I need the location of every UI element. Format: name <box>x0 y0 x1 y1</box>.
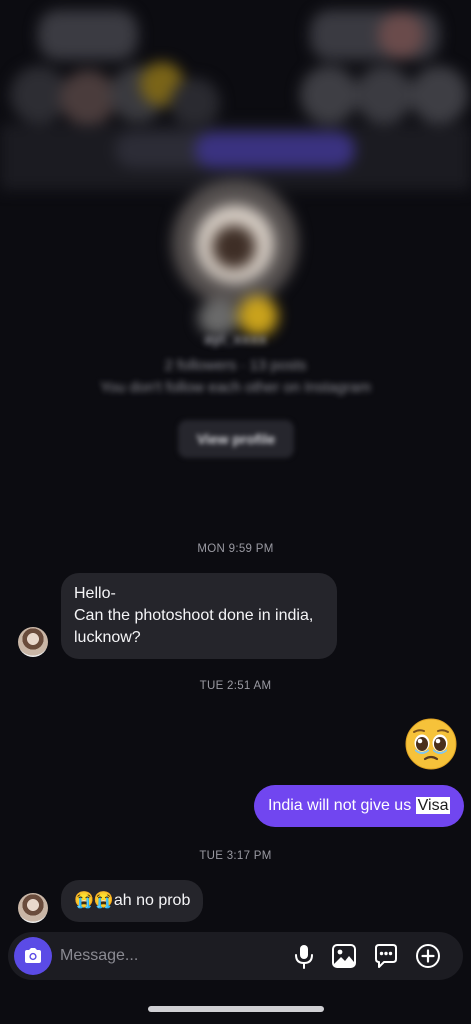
pleading-face-emoji[interactable] <box>405 718 457 770</box>
view-profile-button[interactable]: View profile <box>178 420 294 458</box>
message-input[interactable] <box>60 944 280 968</box>
incoming-message[interactable]: 😭😭ah no prob <box>61 880 204 922</box>
profile-name: ayi_xxxx <box>204 331 267 348</box>
timestamp: MON 9:59 PM <box>197 543 274 555</box>
incoming-message[interactable]: Hello- Can the photoshoot done in india,… <box>61 573 337 659</box>
avatar[interactable] <box>18 893 48 923</box>
follow-note: You don't follow each other on Instagram <box>100 379 371 396</box>
plus-circle-icon[interactable] <box>414 942 442 970</box>
microphone-icon[interactable] <box>290 942 318 970</box>
message-line: Can the photoshoot done in india, <box>74 607 314 624</box>
home-indicator[interactable] <box>148 1006 324 1012</box>
avatar[interactable] <box>18 627 48 657</box>
profile-meta: 2 followers · 13 posts <box>164 357 307 374</box>
sticker-icon[interactable] <box>372 942 400 970</box>
camera-button[interactable] <box>14 937 52 975</box>
blurred-header: ayi_xxxx 2 followers · 13 posts You don'… <box>0 0 471 470</box>
message-composer <box>8 932 463 980</box>
message-text: India will not give us <box>268 797 416 814</box>
message-line: Hello- <box>74 585 116 602</box>
selected-text: Visa <box>415 797 451 814</box>
gallery-icon[interactable] <box>330 942 358 970</box>
timestamp: TUE 3:17 PM <box>199 850 272 862</box>
outgoing-message[interactable]: India will not give us Visa <box>254 785 465 827</box>
timestamp: TUE 2:51 AM <box>199 680 272 692</box>
camera-icon <box>25 948 41 963</box>
message-line: lucknow? <box>74 629 141 646</box>
